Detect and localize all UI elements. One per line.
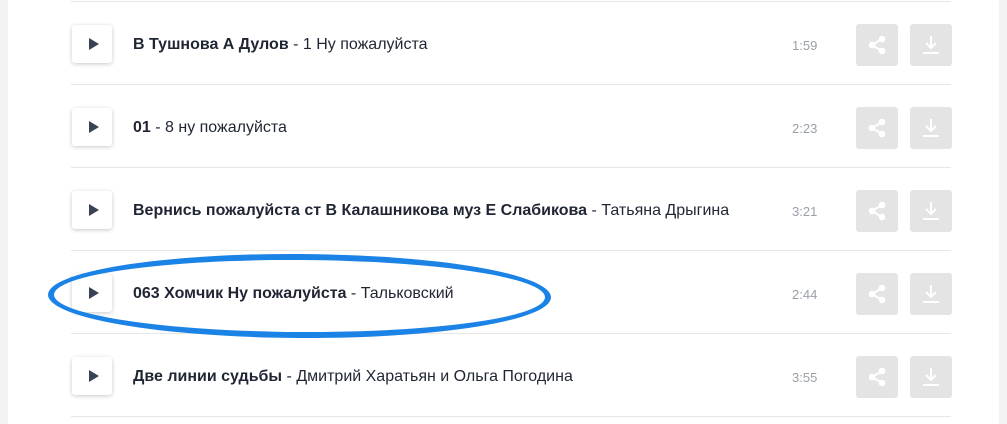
download-button[interactable] [910, 24, 952, 66]
share-icon [868, 201, 886, 221]
track-artist: 8 ну пожалуйста [165, 119, 287, 136]
share-icon [868, 35, 886, 55]
track-title[interactable]: Две линии судьбы - Дмитрий Харатьян и Ол… [133, 367, 767, 386]
play-button[interactable] [72, 274, 112, 312]
share-button[interactable] [856, 273, 898, 315]
track-row: Две линии судьбы - Дмитрий Харатьян и Ол… [71, 334, 952, 417]
track-row: 01 - 8 ну пожалуйста 2:23 [71, 85, 952, 168]
share-icon [868, 367, 886, 387]
title-separator: - [288, 36, 303, 53]
download-button[interactable] [910, 356, 952, 398]
track-name: Две линии судьбы [133, 368, 283, 385]
play-icon [89, 121, 99, 133]
share-button[interactable] [856, 107, 898, 149]
track-name: 01 [133, 119, 151, 136]
title-separator: - [587, 202, 602, 219]
track-name: 063 Хомчик Ну пожалуйста [133, 285, 347, 302]
download-icon [923, 285, 939, 303]
download-button[interactable] [910, 273, 952, 315]
share-icon [868, 118, 886, 138]
track-title[interactable]: 01 - 8 ну пожалуйста [133, 118, 767, 137]
track-row: В Тушнова А Дулов - 1 Ну пожалуйста 1:59 [71, 2, 952, 85]
share-button[interactable] [856, 24, 898, 66]
play-icon [89, 204, 99, 216]
divider [71, 416, 951, 417]
play-button[interactable] [72, 108, 112, 146]
share-icon [868, 284, 886, 304]
track-artist: Тальковский [360, 285, 454, 302]
play-button[interactable] [72, 357, 112, 395]
play-icon [89, 287, 99, 299]
title-separator: - [150, 119, 166, 136]
download-icon [923, 119, 939, 137]
track-title[interactable]: 063 Хомчик Ну пожалуйста - Тальковский [133, 284, 767, 303]
track-artist: 1 Ну пожалуйста [302, 36, 428, 53]
track-list: В Тушнова А Дулов - 1 Ну пожалуйста 1:59 [71, 0, 952, 424]
track-title[interactable]: Вернись пожалуйста ст В Калашникова муз … [133, 201, 767, 220]
title-separator: - [282, 368, 297, 385]
title-separator: - [346, 285, 361, 302]
track-artist: Дмитрий Харатьян и Ольга Погодина [296, 368, 573, 385]
track-duration: 2:23 [792, 121, 818, 136]
play-button[interactable] [72, 25, 112, 63]
play-button[interactable] [72, 191, 112, 229]
track-duration: 3:55 [792, 370, 818, 385]
download-icon [923, 36, 939, 54]
track-duration: 1:59 [792, 38, 818, 53]
download-button[interactable] [910, 107, 952, 149]
play-icon [89, 38, 99, 50]
track-name: В Тушнова А Дулов [133, 36, 289, 53]
track-name: Вернись пожалуйста ст В Калашникова муз … [133, 202, 588, 219]
content-panel: В Тушнова А Дулов - 1 Ну пожалуйста 1:59 [8, 0, 999, 424]
download-button[interactable] [910, 190, 952, 232]
track-title[interactable]: В Тушнова А Дулов - 1 Ну пожалуйста [133, 35, 767, 54]
track-row: 063 Хомчик Ну пожалуйста - Тальковский 2… [71, 251, 952, 334]
download-icon [923, 202, 939, 220]
track-duration: 2:44 [792, 287, 818, 302]
track-row: Вернись пожалуйста ст В Калашникова муз … [71, 168, 952, 251]
track-artist: Татьяна Дрыгина [601, 202, 730, 219]
play-icon [89, 370, 99, 382]
download-icon [923, 368, 939, 386]
share-button[interactable] [856, 190, 898, 232]
track-duration: 3:21 [792, 204, 818, 219]
share-button[interactable] [856, 356, 898, 398]
